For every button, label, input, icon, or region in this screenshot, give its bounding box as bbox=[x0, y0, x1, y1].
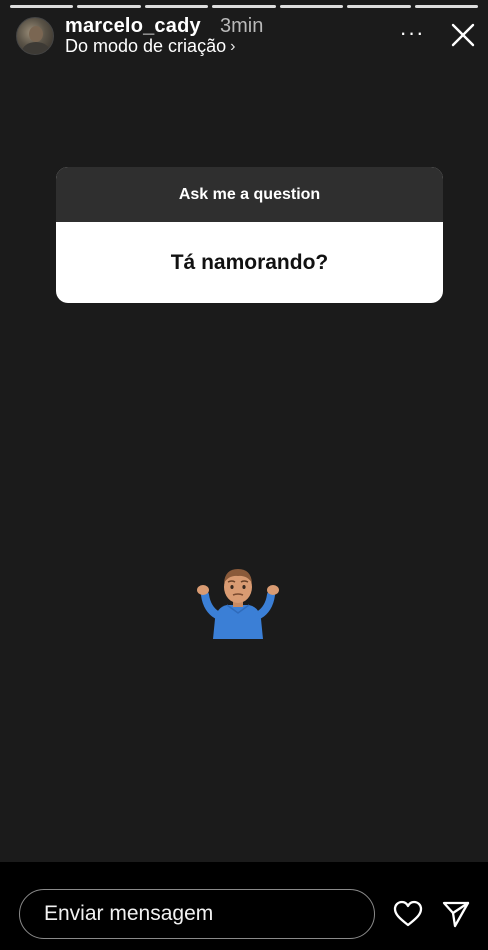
question-prompt: Ask me a question bbox=[56, 167, 443, 222]
avatar-face bbox=[29, 26, 43, 42]
more-options-button[interactable]: ··· bbox=[400, 21, 424, 45]
close-icon bbox=[451, 23, 475, 47]
progress-segment bbox=[144, 5, 209, 8]
send-message-input[interactable]: Enviar mensagem bbox=[19, 889, 375, 939]
send-button[interactable] bbox=[442, 900, 470, 928]
question-sticker[interactable]: Ask me a question Tá namorando? bbox=[56, 167, 443, 303]
person-shrugging-icon bbox=[197, 569, 279, 639]
progress-segment bbox=[212, 5, 276, 8]
progress-segment bbox=[77, 5, 141, 8]
subtitle-label: Do modo de criação bbox=[65, 36, 227, 56]
story-footer: Enviar mensagem bbox=[0, 862, 488, 950]
like-button[interactable] bbox=[393, 900, 423, 928]
story-header: marcelo_cady 3min Do modo de criação › ·… bbox=[14, 14, 476, 60]
timestamp: 3min bbox=[220, 15, 264, 37]
chevron-right-icon: › bbox=[230, 37, 236, 55]
story-viewer[interactable]: marcelo_cady 3min Do modo de criação › ·… bbox=[0, 0, 488, 862]
story-progress-bar bbox=[10, 5, 478, 8]
close-button[interactable] bbox=[450, 22, 476, 48]
progress-segment bbox=[279, 5, 344, 8]
avatar[interactable] bbox=[16, 17, 54, 55]
heart-icon bbox=[393, 900, 423, 927]
more-horizontal-icon: ··· bbox=[399, 20, 425, 45]
question-text: Tá namorando? bbox=[170, 250, 329, 274]
person-shrugging-emoji bbox=[193, 563, 283, 643]
username[interactable]: marcelo_cady bbox=[65, 15, 201, 38]
progress-segment bbox=[414, 5, 478, 8]
story-source-link[interactable]: Do modo de criação › bbox=[65, 36, 235, 57]
avatar-shirt bbox=[22, 42, 50, 54]
message-placeholder: Enviar mensagem bbox=[44, 902, 214, 925]
progress-segment bbox=[347, 5, 411, 8]
progress-segment bbox=[10, 5, 74, 8]
send-icon bbox=[442, 901, 470, 928]
